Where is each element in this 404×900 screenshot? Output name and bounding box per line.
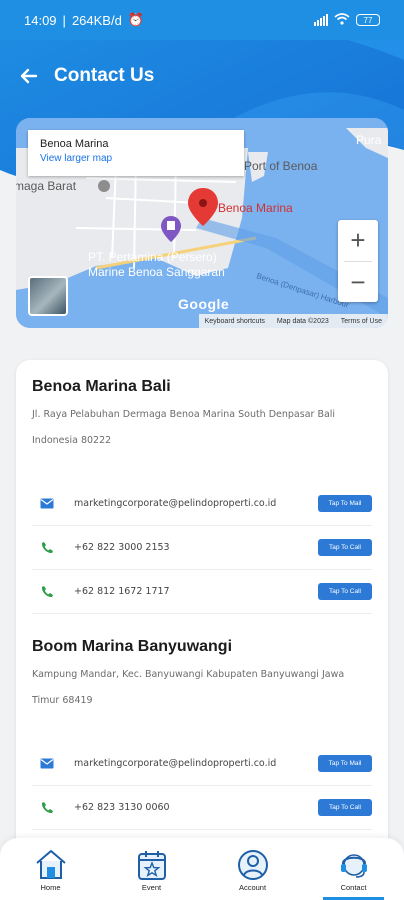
phone-icon: [40, 801, 54, 815]
zoom-control: + −: [338, 220, 378, 302]
location-address: Kampung Mandar, Kec. Banyuwangi Kabupate…: [32, 669, 345, 706]
nav-home[interactable]: Home: [0, 838, 101, 900]
location-block: Benoa Marina Bali Jl. Raya Pelabuhan Der…: [32, 378, 372, 454]
contact-list-card: Benoa Marina Bali Jl. Raya Pelabuhan Der…: [16, 360, 388, 900]
network-speed: 264KB/d: [71, 12, 122, 28]
location-block: Boom Marina Banyuwangi Kampung Mandar, K…: [32, 638, 372, 714]
status-bar: 14:09 | 264KB/d ⏰ 77: [0, 0, 404, 40]
map-label: Pura: [356, 133, 382, 147]
map-place-name: Benoa Marina: [40, 138, 109, 150]
contact-row: marketingcorporate@pelindoproperti.co.id…: [32, 742, 372, 786]
satellite-toggle-thumbnail[interactable]: [28, 276, 68, 316]
nav-home-label: Home: [40, 883, 61, 892]
map-label: Port of Benoa: [244, 159, 318, 173]
signal-icon: [314, 14, 328, 26]
alarm-icon: ⏰: [127, 12, 144, 27]
page-title: Contact Us: [54, 65, 155, 86]
nav-account-label: Account: [238, 883, 267, 892]
zoom-in-button[interactable]: +: [338, 220, 378, 261]
zoom-out-button[interactable]: −: [338, 262, 378, 303]
contact-phone: +62 823 3130 0060: [74, 802, 170, 813]
map-label: maga Barat: [16, 179, 77, 193]
nav-account[interactable]: Account: [202, 838, 303, 900]
status-time: 14:09: [24, 12, 57, 28]
map-view[interactable]: Port of Benoa Pura maga Barat Benoa Mari…: [16, 118, 388, 328]
nav-contact[interactable]: Contact: [303, 838, 404, 900]
wifi-icon: [334, 12, 350, 28]
tap-to-mail-button[interactable]: Tap To Mail: [318, 495, 372, 512]
home-icon: [35, 850, 66, 879]
map-label: PT. Pertamina (Persero): [88, 250, 217, 264]
location-name: Benoa Marina Bali: [32, 378, 171, 395]
tap-to-call-button[interactable]: Tap To Call: [318, 799, 372, 816]
view-larger-map-link[interactable]: View larger map: [40, 153, 232, 164]
map-data-text: Map data ©2023: [276, 317, 329, 325]
back-arrow-icon[interactable]: [18, 65, 40, 87]
map-label: Benoa Marina: [218, 201, 293, 215]
nav-event[interactable]: Event: [101, 838, 202, 900]
map-label: Marine Benoa Sanggaran: [88, 265, 225, 279]
contact-email: marketingcorporate@pelindoproperti.co.id: [74, 758, 277, 769]
nav-contact-label: Contact: [340, 883, 367, 892]
tap-to-mail-button[interactable]: Tap To Mail: [318, 755, 372, 772]
phone-icon: [40, 585, 54, 599]
contact-email: marketingcorporate@pelindoproperti.co.id: [74, 498, 277, 509]
map-footer: Keyboard shortcuts Map data ©2023 Terms …: [198, 314, 388, 328]
terms-of-use-link[interactable]: Terms of Use: [341, 318, 382, 325]
tap-to-call-button[interactable]: Tap To Call: [318, 583, 372, 600]
headset-icon: [340, 854, 367, 878]
contact-row: +62 812 1672 1717 Tap To Call: [32, 570, 372, 614]
top-bar: Contact Us: [18, 56, 386, 96]
map-info-card: Benoa Marina View larger map: [28, 130, 244, 176]
phone-icon: [40, 541, 54, 555]
mail-icon: [40, 757, 54, 771]
battery-icon: 77: [356, 14, 380, 26]
mail-icon: [40, 497, 54, 511]
nav-event-label: Event: [141, 883, 162, 892]
poi-icon: [98, 180, 110, 192]
bottom-navigation: Home Event Account Contact: [0, 838, 404, 900]
tap-to-call-button[interactable]: Tap To Call: [318, 539, 372, 556]
google-logo: Google: [178, 296, 230, 312]
account-icon: [237, 850, 268, 880]
contact-phone: +62 812 1672 1717: [74, 586, 170, 597]
contact-row: marketingcorporate@pelindoproperti.co.id…: [32, 482, 372, 526]
contact-row: +62 822 3000 2153 Tap To Call: [32, 526, 372, 570]
contact-phone: +62 822 3000 2153: [74, 542, 170, 553]
calendar-star-icon: [137, 851, 166, 880]
keyboard-shortcuts-link[interactable]: Keyboard shortcuts: [205, 318, 265, 325]
location-name: Boom Marina Banyuwangi: [32, 638, 233, 655]
contact-row: +62 823 3130 0060 Tap To Call: [32, 786, 372, 830]
location-address: Jl. Raya Pelabuhan Dermaga Benoa Marina …: [32, 409, 336, 446]
